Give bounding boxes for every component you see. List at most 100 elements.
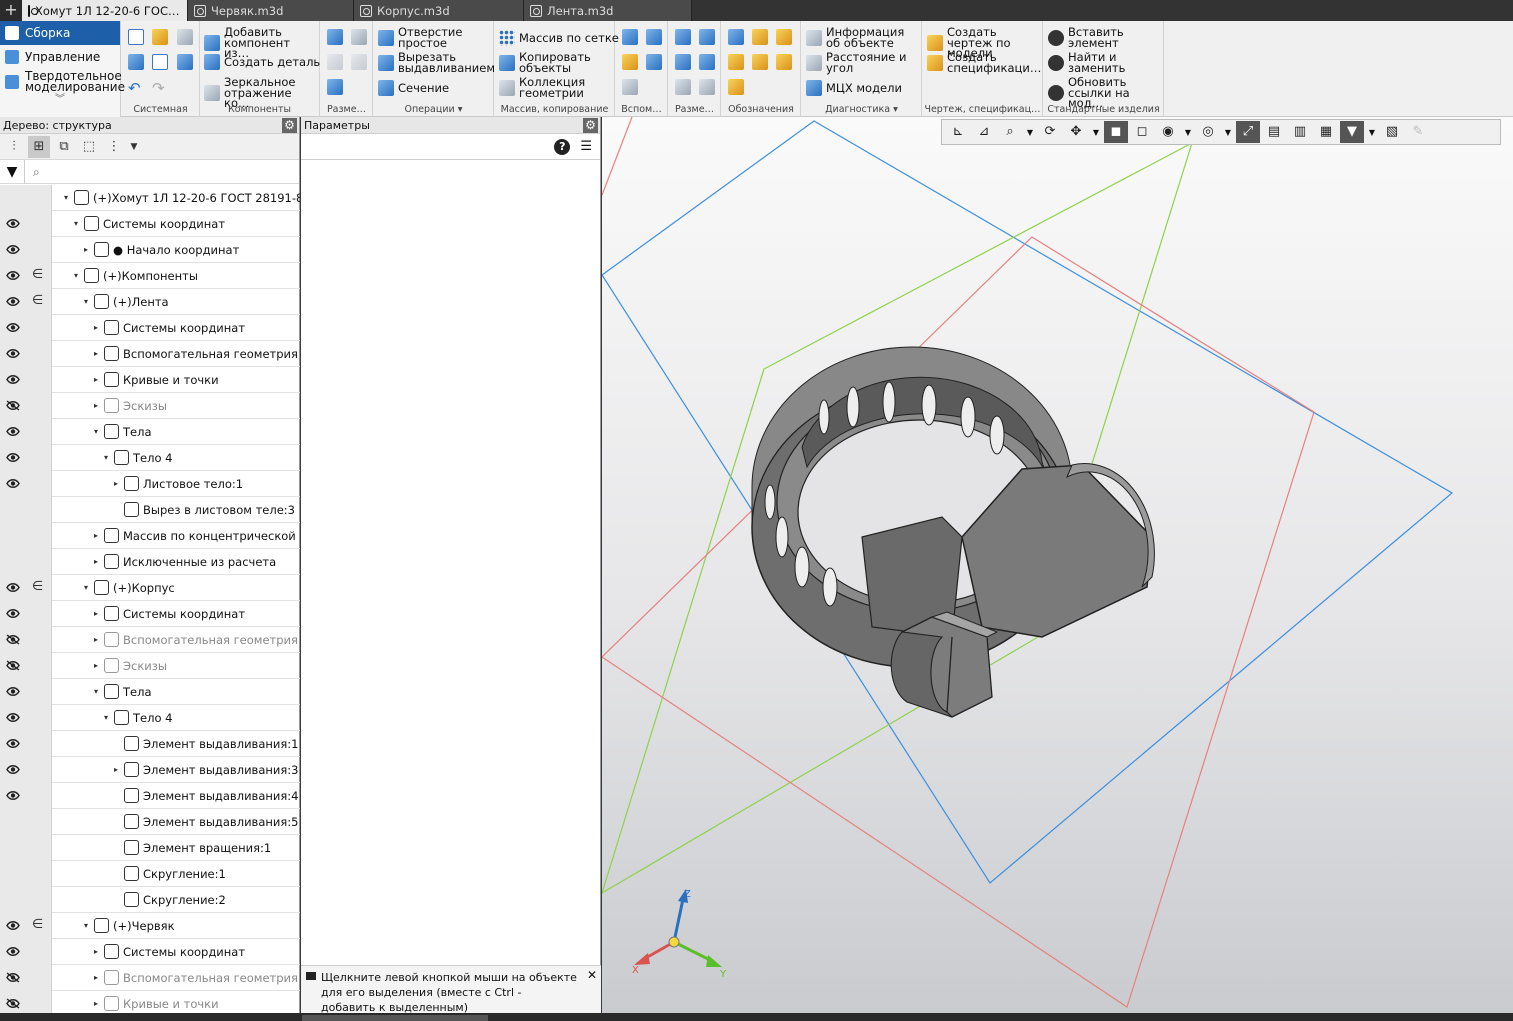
tree-row[interactable]: ▾ Тела — [0, 679, 300, 705]
mode-management[interactable]: Управление — [0, 45, 120, 69]
tree-row[interactable]: Скругление:1 — [0, 861, 300, 887]
gear-icon[interactable]: ⚙ — [583, 118, 598, 133]
note-icon[interactable] — [728, 79, 744, 95]
eye-icon[interactable] — [6, 712, 20, 723]
radius-dim-icon[interactable] — [675, 54, 691, 70]
tree-row[interactable]: Элемент вращения:1 — [0, 835, 300, 861]
redo-icon[interactable]: ↷ — [152, 79, 168, 97]
distance-angle-button[interactable]: Расстояние и угол — [806, 51, 918, 73]
coincidence-icon[interactable] — [351, 29, 367, 45]
expand-icon[interactable]: ▸ — [94, 323, 98, 332]
expand-icon[interactable]: ▸ — [94, 635, 98, 644]
expand-icon[interactable]: ▸ — [94, 401, 98, 410]
constraints-icon[interactable]: ⤢ — [1236, 121, 1260, 143]
tree-row[interactable]: ▾ (+)Хомут 1Л 12-20-6 ГОСТ 28191-89 (Т — [0, 185, 300, 211]
tree-row[interactable]: ▾ Системы координат — [0, 211, 300, 237]
object-info-button[interactable]: Информация об объекте — [806, 26, 921, 48]
expand-icon[interactable]: ▸ — [94, 531, 98, 540]
constraint-icon[interactable] — [327, 29, 343, 45]
undo-icon[interactable]: ↶ — [128, 79, 144, 97]
offset-plane-icon[interactable] — [622, 54, 638, 70]
include-icon[interactable]: ∈ — [32, 294, 43, 308]
auto-dim-icon[interactable] — [675, 79, 691, 95]
tree-row[interactable]: Элемент выдавливания:5 — [0, 809, 300, 835]
tree-row[interactable]: ▸ Массив по концентрической се — [0, 523, 300, 549]
parallel-icon[interactable] — [327, 54, 343, 70]
layers-view-icon[interactable]: ▦ — [1314, 121, 1338, 143]
new-tab-button[interactable]: + — [0, 0, 22, 21]
expand-icon[interactable]: ▸ — [94, 661, 98, 670]
eye-slash-icon[interactable] — [6, 660, 20, 671]
chevron-down-icon[interactable]: ▼ — [1090, 128, 1102, 137]
tab-assembly[interactable]: Хомут 1Л 12-20-6 ГОС… ✕ — [22, 0, 199, 21]
save-all-icon[interactable] — [177, 54, 193, 70]
include-icon[interactable]: ∈ — [32, 918, 43, 932]
filter-icon[interactable]: ▼ — [0, 160, 24, 184]
section-view-icon[interactable]: ▤ — [1262, 121, 1286, 143]
sort-icon[interactable]: ⋮ — [103, 136, 125, 158]
tree-row[interactable]: ▾ Тело 4 — [0, 445, 300, 471]
selection-icon[interactable]: ⬚ — [78, 136, 100, 158]
help-icon[interactable]: ? — [554, 138, 571, 155]
collapse-icon[interactable]: ▾ — [84, 297, 88, 306]
eye-icon[interactable] — [6, 322, 20, 333]
eyedropper-icon[interactable]: ✎ — [1406, 121, 1430, 143]
eye-icon[interactable] — [6, 608, 20, 619]
chevron-down-icon[interactable]: ▾ — [893, 104, 898, 115]
tree-row[interactable]: ▸ ● Начало координат — [0, 237, 300, 263]
diameter-dim-icon[interactable] — [699, 29, 715, 45]
normal-view-icon[interactable]: ⊿ — [972, 121, 996, 143]
list-icon[interactable]: ☰ — [580, 139, 592, 154]
copy-objects-button[interactable]: Копировать объекты — [499, 51, 611, 73]
mate-icon[interactable] — [327, 79, 343, 95]
line-icon[interactable] — [622, 79, 638, 95]
collapse-icon[interactable]: ▾ — [104, 453, 108, 462]
expand-icon[interactable]: ▸ — [94, 557, 98, 566]
tree-row[interactable]: ▸ Вспомогательная геометрия — [0, 965, 300, 991]
eye-icon[interactable] — [6, 582, 20, 593]
tree-row[interactable]: ▸ Элемент выдавливания:3 — [0, 757, 300, 783]
eye-icon[interactable] — [6, 426, 20, 437]
expand-icon[interactable]: ▸ — [94, 375, 98, 384]
tree-row[interactable]: Скругление:2 — [0, 887, 300, 913]
collapse-icon[interactable]: ▾ — [104, 713, 108, 722]
open-folder-icon[interactable] — [152, 29, 168, 45]
insert-element-button[interactable]: Вставить элемент — [1048, 26, 1160, 48]
weld-icon[interactable] — [728, 54, 744, 70]
chevron-down-icon[interactable]: ▼ — [1222, 128, 1234, 137]
filter-icon[interactable]: ▼ — [1340, 121, 1364, 143]
expand-icon[interactable]: ▸ — [84, 245, 88, 254]
eye-icon[interactable] — [6, 478, 20, 489]
tree-row[interactable]: Элемент выдавливания:4 — [0, 783, 300, 809]
tree-row[interactable]: ▸ Эскизы — [0, 393, 300, 419]
eye-icon[interactable] — [6, 348, 20, 359]
layers-icon[interactable]: ⧉ — [53, 136, 75, 158]
position-icon[interactable] — [776, 54, 792, 70]
tab-worm[interactable]: Червяк.m3d — [188, 0, 354, 21]
visibility-icon[interactable]: ◎ — [1196, 121, 1220, 143]
expand-icon[interactable]: ▸ — [114, 479, 118, 488]
expand-icon[interactable]: ▸ — [94, 947, 98, 956]
mass-props-button[interactable]: МЦХ модели — [806, 80, 902, 96]
tree-row[interactable]: ▸ Вспомогательная геометрия — [0, 627, 300, 653]
eye-icon[interactable] — [6, 790, 20, 801]
eye-icon[interactable] — [6, 686, 20, 697]
tree-row[interactable]: ▸ Исключенные из расчета — [0, 549, 300, 575]
eye-icon[interactable] — [6, 244, 20, 255]
wireframe-cube-icon[interactable]: ◻ — [1130, 121, 1154, 143]
gear-icon[interactable]: ⚙ — [282, 118, 297, 133]
mode-assembly[interactable]: Сборка — [0, 21, 120, 45]
chevron-down-icon[interactable]: ▼ — [1182, 128, 1194, 137]
geom-collection-button[interactable]: Коллекция геометрии — [499, 76, 611, 98]
explode-icon[interactable]: ▥ — [1288, 121, 1312, 143]
tree-view-icon[interactable]: ⫶ — [3, 136, 25, 158]
include-icon[interactable]: ∈ — [32, 580, 43, 594]
chevron-down-icon[interactable]: ▼ — [1024, 128, 1036, 137]
grid-array-button[interactable]: Массив по сетке — [499, 30, 619, 46]
tree-row[interactable]: ▸ Вспомогательная геометрия — [0, 341, 300, 367]
chevron-down-icon[interactable]: ▼ — [128, 136, 140, 158]
chevron-down-icon[interactable]: ︾ — [0, 95, 120, 105]
collapse-icon[interactable]: ▾ — [84, 583, 88, 592]
chevron-down-icon[interactable]: ▾ — [458, 104, 463, 115]
tree-row[interactable]: ▸ Листовое тело:1 — [0, 471, 300, 497]
